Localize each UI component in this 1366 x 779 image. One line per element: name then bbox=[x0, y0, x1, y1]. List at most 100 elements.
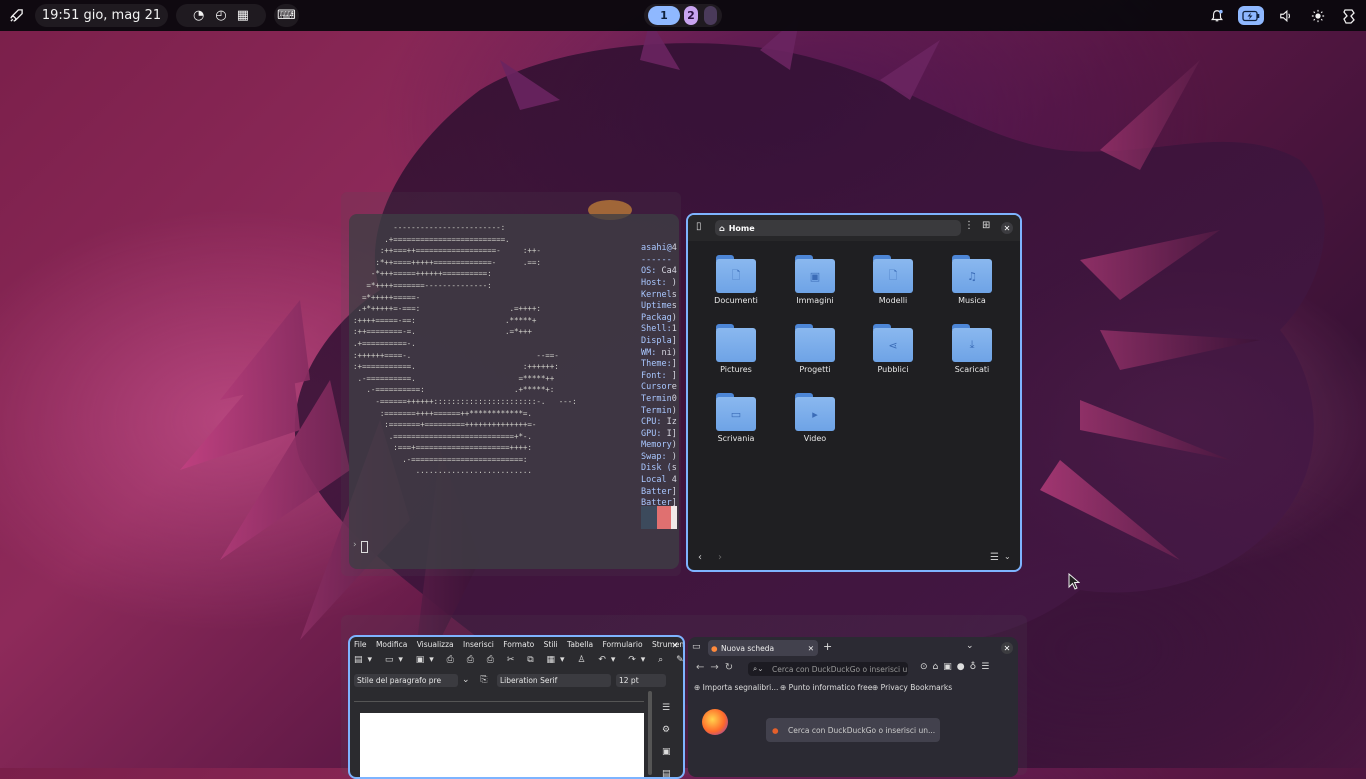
font-name-select[interactable]: Liberation Serif bbox=[497, 674, 611, 687]
brightness-icon[interactable] bbox=[1308, 6, 1327, 25]
folder-label: Modelli bbox=[878, 296, 908, 305]
extension-toolbar[interactable]: ⊙⌂▣●♁☰ bbox=[920, 662, 994, 672]
folder-item[interactable]: 🗋 Modelli bbox=[858, 255, 928, 305]
info-line: Kernels bbox=[641, 289, 677, 300]
font-size-select[interactable]: 12 pt bbox=[616, 674, 666, 687]
close-button[interactable]: ✕ bbox=[1001, 642, 1013, 654]
folder-icon bbox=[716, 324, 756, 362]
firefox-tab-icon: ● bbox=[711, 643, 718, 653]
close-button[interactable]: ✕ bbox=[1001, 222, 1013, 234]
new-folder-icon[interactable]: ⊞ bbox=[982, 220, 990, 231]
folder-item[interactable]: ⤓ Scaricati bbox=[937, 324, 1007, 374]
location-bar[interactable]: ⌂ Home bbox=[715, 220, 961, 236]
info-line: GPU: I] bbox=[641, 428, 677, 439]
bookmark-import[interactable]: ⊕ Importa segnalibri... bbox=[694, 683, 778, 692]
paragraph-style-select[interactable]: Stile del paragrafo pre bbox=[354, 674, 458, 687]
folder-item[interactable]: ⋖ Pubblici bbox=[858, 324, 928, 374]
battery-icon[interactable] bbox=[1238, 6, 1264, 25]
volume-icon[interactable] bbox=[1276, 6, 1295, 25]
clock[interactable]: 19:51 gio, mag 21 bbox=[35, 4, 168, 27]
menu-table[interactable]: Tabella bbox=[567, 640, 593, 649]
info-line: Theme:] bbox=[641, 359, 677, 370]
folder-item[interactable]: ♫ Musica bbox=[937, 255, 1007, 305]
document-icon: 🗋 bbox=[716, 255, 756, 293]
info-line: Memory) bbox=[641, 440, 677, 451]
info-line: WM: ni) bbox=[641, 347, 677, 358]
info-line: Uptimes bbox=[641, 301, 677, 312]
notification-icon[interactable] bbox=[1207, 6, 1226, 25]
folder-item[interactable]: Pictures bbox=[701, 324, 771, 374]
menu-format[interactable]: Formato bbox=[503, 640, 534, 649]
folder-label: Video bbox=[803, 434, 827, 443]
ruler[interactable] bbox=[354, 693, 644, 702]
back-icon[interactable]: ‹ bbox=[698, 552, 702, 563]
info-line: Local 4 bbox=[641, 475, 677, 486]
share-icon: ⋖ bbox=[873, 324, 913, 362]
menu-edit[interactable]: Modifica bbox=[376, 640, 407, 649]
power-icon[interactable] bbox=[1339, 6, 1358, 25]
desktop-icon: ▭ bbox=[716, 393, 756, 431]
firefox-window[interactable]: ▭ ● Nuova scheda ✕ + ⌄ ✕ ←→↻ ⌕⌄ Cerca co… bbox=[688, 637, 1018, 777]
workspace-3[interactable] bbox=[704, 6, 717, 25]
info-line: Displa] bbox=[641, 335, 677, 346]
menu-view[interactable]: Visualizza bbox=[417, 640, 454, 649]
menu-bar: File Modifica Visualizza Inserisci Forma… bbox=[354, 640, 683, 649]
font-name-value: Liberation Serif bbox=[500, 676, 558, 685]
image-icon: ▣ bbox=[795, 255, 835, 293]
keyboard-icon[interactable]: ⌨ bbox=[274, 4, 299, 27]
file-manager-window[interactable]: ▯ ⌂ Home ⋮ ⊞ ✕ 🗋 Documenti ▣ Immagini 🗋 Model… bbox=[686, 213, 1022, 572]
forward-icon[interactable]: › bbox=[718, 552, 722, 563]
chevron-down-icon[interactable]: ⌄ bbox=[1004, 552, 1011, 561]
standard-toolbar[interactable]: ▤▾ ▭▾ ▣▾ ⎙ ⎙ ⎙ ✂ ⧉ ▦▾ ♙ ↶▾ ↷▾ ⌕ ✎ ¶ » bbox=[354, 655, 683, 669]
folder-item[interactable]: ▣ Immagini bbox=[780, 255, 850, 305]
folder-item[interactable]: ▸ Video bbox=[780, 393, 850, 443]
font-size-value: 12 pt bbox=[619, 676, 639, 685]
new-tab-search[interactable]: ● Cerca con DuckDuckGo o inserisci un... bbox=[766, 718, 940, 742]
launcher-icon[interactable] bbox=[7, 6, 26, 25]
menu-styles[interactable]: Stili bbox=[544, 640, 558, 649]
folder-item[interactable]: ▭ Scrivania bbox=[701, 393, 771, 443]
folder-label: Immagini bbox=[796, 296, 834, 305]
bookmark-privacy[interactable]: ⊕ Privacy Bookmarks bbox=[872, 683, 952, 692]
folder-item[interactable]: Progetti bbox=[780, 324, 850, 374]
color-swatch bbox=[657, 506, 671, 529]
info-line: Packag) bbox=[641, 312, 677, 323]
list-view-icon[interactable]: ☰ bbox=[990, 552, 999, 563]
tab-title: Nuova scheda bbox=[721, 643, 775, 653]
menu-kebab-icon[interactable]: ⋮ bbox=[964, 220, 974, 231]
close-tab-icon[interactable]: ✕ bbox=[808, 644, 814, 653]
workspace-1[interactable]: 1 bbox=[648, 6, 680, 25]
bookmark-punto-informatico[interactable]: ⊕ Punto informatico free bbox=[780, 683, 872, 692]
file-manager-footer: ‹ › ☰ ⌄ bbox=[688, 548, 1020, 570]
sidebar-toggle-icon[interactable]: ▯ bbox=[696, 221, 702, 232]
new-tab-icon[interactable]: + bbox=[823, 640, 832, 653]
tab-new[interactable]: ● Nuova scheda ✕ bbox=[708, 640, 818, 656]
sidebar-deck[interactable]: ☰ ⚙ ▣ ▤ bbox=[662, 697, 671, 777]
folder-item[interactable]: 🗋 Documenti bbox=[701, 255, 771, 305]
folder-label: Musica bbox=[958, 296, 986, 305]
sidebar-icon[interactable]: ▭ bbox=[692, 642, 701, 652]
info-line: Cursore bbox=[641, 382, 677, 393]
document-page[interactable] bbox=[360, 713, 644, 777]
nav-buttons[interactable]: ←→↻ bbox=[696, 662, 739, 673]
system-monitor-group[interactable]: ◔ ◴ ▦ bbox=[176, 4, 266, 27]
paragraph-style-value: Stile del paragrafo pre bbox=[357, 676, 442, 685]
writer-window[interactable]: File Modifica Visualizza Inserisci Forma… bbox=[348, 635, 685, 779]
duckduckgo-icon: ● bbox=[772, 725, 779, 735]
menu-file[interactable]: File bbox=[354, 640, 367, 649]
info-line: ------ bbox=[641, 254, 672, 265]
close-button[interactable]: ✕ bbox=[670, 640, 680, 650]
fastfetch-logo: ------------------------: .+============… bbox=[353, 223, 577, 476]
url-bar[interactable]: ⌕⌄ Cerca con DuckDuckGo o inserisci u bbox=[748, 662, 908, 676]
scrollbar[interactable] bbox=[648, 691, 652, 775]
terminal-window[interactable]: ------------------------: .+============… bbox=[349, 214, 679, 569]
menu-insert[interactable]: Inserisci bbox=[463, 640, 494, 649]
info-line: Disk (s bbox=[641, 463, 677, 474]
url-placeholder: Cerca con DuckDuckGo o inserisci u bbox=[772, 664, 908, 674]
download-icon: ⤓ bbox=[952, 324, 992, 362]
workspace-2[interactable]: 2 bbox=[684, 6, 698, 25]
menu-tools[interactable]: Strumenti bbox=[652, 640, 683, 649]
template-icon: 🗋 bbox=[873, 255, 913, 293]
menu-form[interactable]: Formulario bbox=[602, 640, 642, 649]
tab-list-icon[interactable]: ⌄ bbox=[966, 641, 974, 651]
